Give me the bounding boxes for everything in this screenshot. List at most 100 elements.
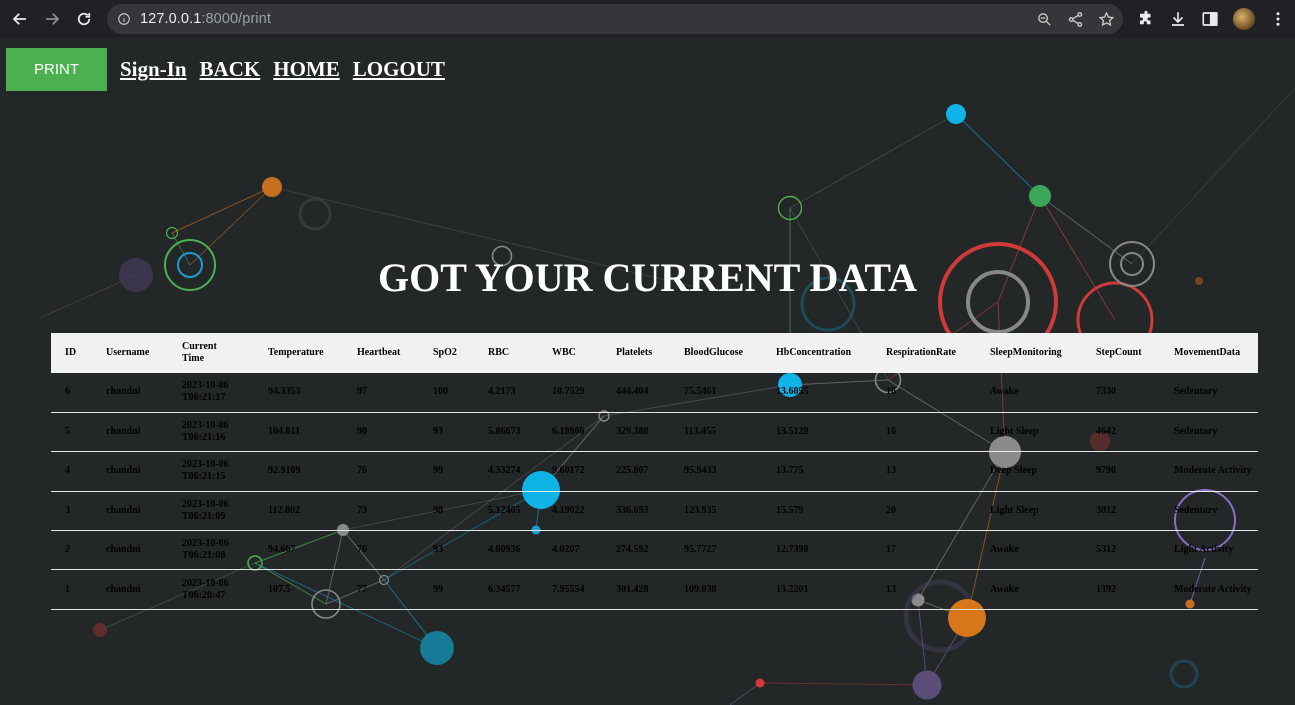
cell-blood-glucose: 113.455 (684, 426, 716, 438)
extensions-icon[interactable] (1137, 10, 1155, 28)
cell-respiration-rate: 17 (886, 544, 896, 556)
home-link[interactable]: HOME (273, 57, 340, 82)
cell-hb-concentration: 13.2201 (776, 583, 809, 595)
cell-spo2: 93 (433, 426, 443, 438)
cell-blood-glucose: 109.038 (684, 583, 717, 595)
cell-blood-glucose: 75.5461 (684, 386, 717, 398)
cell-movement-data: Moderate Activity (1174, 583, 1252, 595)
cell-blood-glucose: 95.7727 (684, 544, 717, 556)
cell-platelets: 329.388 (616, 426, 649, 438)
cell-step-count: 1392 (1096, 583, 1116, 595)
cell-id: 1 (65, 583, 70, 595)
cell-respiration-rate: 13 (886, 465, 896, 477)
top-navigation: PRINT Sign-In BACK HOME LOGOUT (6, 48, 445, 91)
logout-link[interactable]: LOGOUT (353, 57, 445, 82)
cell-id: 4 (65, 465, 70, 477)
cell-current-time: 2023-10-06T06:21:09 (182, 498, 229, 522)
cell-platelets: 336.693 (616, 504, 649, 516)
cell-username: chandni (106, 386, 141, 398)
cell-id: 3 (65, 504, 70, 516)
column-header-platelets: Platelets (616, 347, 653, 358)
column-header-username: Username (106, 347, 150, 358)
cell-current-time: 2023-10-06T06:21:16 (182, 420, 229, 444)
cell-sleep-monitoring: Light Sleep (990, 426, 1039, 438)
cell-rbc: 4.80936 (488, 544, 521, 556)
cell-spo2: 99 (433, 465, 443, 477)
side-panel-icon[interactable] (1201, 10, 1219, 28)
cell-username: chandni (106, 583, 141, 595)
cell-blood-glucose: 95.9433 (684, 465, 717, 477)
cell-respiration-rate: 16 (886, 386, 896, 398)
reload-icon[interactable] (68, 3, 100, 35)
cell-hb-concentration: 12.7398 (776, 544, 809, 556)
share-icon[interactable] (1067, 11, 1084, 28)
cell-heartbeat: 73 (357, 504, 367, 516)
table-row: 2 chandni 2023-10-06T06:21:08 94.667 76 93 4.8… (51, 531, 1258, 570)
cell-username: chandni (106, 504, 141, 516)
column-header-current-time: Current Time (182, 341, 217, 364)
download-icon[interactable] (1169, 10, 1187, 28)
cell-respiration-rate: 16 (886, 426, 896, 438)
browser-toolbar: 127.0.0.1:8000/print (0, 0, 1295, 38)
cell-temperature: 92.9109 (268, 465, 301, 477)
cell-movement-data: Light Activity (1174, 544, 1234, 556)
table-row: 4 chandni 2023-10-06T06:21:15 92.9109 76 99 4.… (51, 452, 1258, 492)
cell-movement-data: Sedentary (1174, 504, 1218, 516)
cell-rbc: 6.34577 (488, 583, 521, 595)
cell-sleep-monitoring: Awake (990, 386, 1019, 398)
column-header-heartbeat: Heartbeat (357, 347, 401, 358)
cell-heartbeat: 76 (357, 544, 367, 556)
cell-movement-data: Moderate Activity (1174, 465, 1252, 477)
cell-hb-concentration: 15.579 (776, 504, 804, 516)
table-row: 6 chandni 2023-10-06T06:21:17 94.3353 97 100 4… (51, 373, 1258, 413)
cell-username: chandni (106, 465, 141, 477)
cell-rbc: 5.12405 (488, 504, 521, 516)
cell-spo2: 100 (433, 386, 448, 398)
column-header-blood-glucose: BloodGlucose (684, 347, 743, 358)
cell-step-count: 5312 (1096, 544, 1116, 556)
column-header-wbc: WBC (552, 347, 576, 358)
menu-kebab-icon[interactable] (1269, 10, 1287, 28)
cell-heartbeat: 77 (357, 583, 367, 595)
cell-spo2: 93 (433, 544, 443, 556)
address-bar[interactable]: 127.0.0.1:8000/print (107, 4, 1123, 34)
cell-temperature: 104.811 (268, 426, 300, 438)
cell-id: 5 (65, 426, 70, 438)
cell-step-count: 3012 (1096, 504, 1116, 516)
back-link[interactable]: BACK (200, 57, 261, 82)
bookmark-star-icon[interactable] (1098, 10, 1115, 28)
cell-sleep-monitoring: Awake (990, 544, 1019, 556)
cell-respiration-rate: 13 (886, 583, 896, 595)
table-header-row: ID Username Current Time Temperature Hea… (51, 333, 1258, 373)
sign-in-link[interactable]: Sign-In (120, 57, 187, 82)
cell-rbc: 5.86673 (488, 426, 521, 438)
cell-step-count: 7330 (1096, 386, 1116, 398)
cell-wbc: 4.0207 (552, 544, 580, 556)
page-content: PRINT Sign-In BACK HOME LOGOUT GOT YOUR … (0, 38, 1295, 705)
cell-hb-concentration: 13.5128 (776, 426, 809, 438)
cell-spo2: 99 (433, 583, 443, 595)
cell-username: chandni (106, 426, 141, 438)
table-row: 1 chandni 2023-10-06T06:20:47 107.5 77 99 6.34… (51, 570, 1258, 610)
print-button[interactable]: PRINT (6, 48, 107, 91)
cell-sleep-monitoring: Awake (990, 583, 1019, 595)
cell-rbc: 4.2173 (488, 386, 516, 398)
forward-arrow-icon[interactable] (36, 3, 68, 35)
back-arrow-icon[interactable] (4, 3, 36, 35)
cell-wbc: 6.19906 (552, 426, 585, 438)
column-header-rbc: RBC (488, 347, 510, 358)
cell-blood-glucose: 123.935 (684, 504, 717, 516)
cell-step-count: 9790 (1096, 465, 1116, 477)
cell-heartbeat: 97 (357, 386, 367, 398)
profile-avatar[interactable] (1233, 8, 1255, 30)
cell-current-time: 2023-10-06T06:20:47 (182, 577, 229, 601)
site-info-icon[interactable] (117, 12, 131, 26)
zoom-icon[interactable] (1036, 11, 1053, 28)
health-data-table: ID Username Current Time Temperature Hea… (51, 333, 1258, 610)
cell-id: 2 (65, 544, 70, 556)
cell-username: chandni (106, 544, 141, 556)
cell-platelets: 225.807 (616, 465, 649, 477)
page-title: GOT YOUR CURRENT DATA (378, 255, 917, 300)
cell-platelets: 274.592 (616, 544, 649, 556)
cell-spo2: 98 (433, 504, 443, 516)
